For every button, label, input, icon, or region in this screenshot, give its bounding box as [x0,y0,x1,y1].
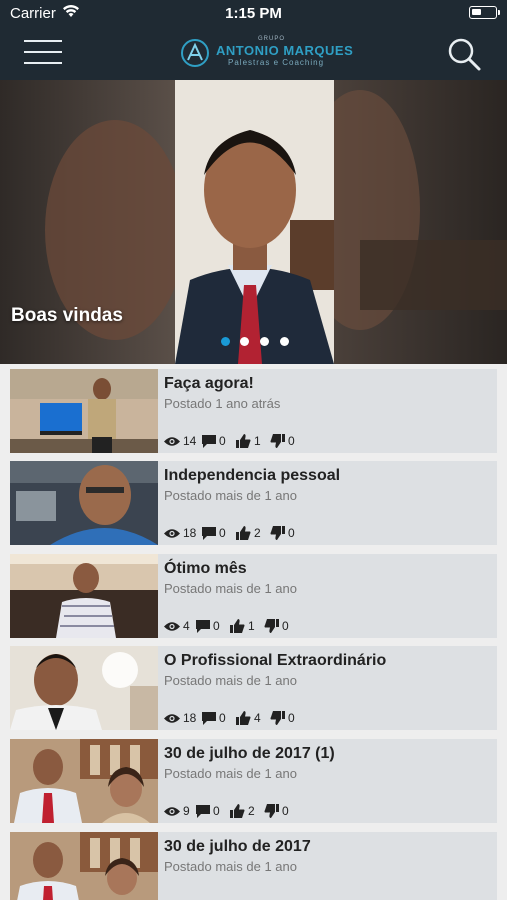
thumbs-down-icon[interactable] [270,711,285,725]
comment-icon [202,434,216,448]
eye-icon [164,806,180,816]
logo-name: ANTONIO MARQUES [216,43,354,58]
video-thumbnail [10,739,158,823]
video-posted: Postado mais de 1 ano [164,766,297,781]
views-count: 18 [183,711,197,725]
video-item[interactable]: 30 de julho de 2017 (1) Postado mais de … [10,739,497,823]
thumbs-down-icon[interactable] [270,434,285,448]
likes-count: 2 [254,526,261,540]
views-count: 9 [183,804,190,818]
video-item[interactable]: Ótimo mês Postado mais de 1 ano 4 0 1 0 [10,554,497,638]
carousel-dot[interactable] [221,337,230,346]
likes-count: 1 [254,434,261,448]
logo-icon [181,39,209,67]
eye-icon [164,436,180,446]
dislikes-count: 0 [288,526,295,540]
eye-icon [164,713,180,723]
video-posted: Postado mais de 1 ano [164,859,297,874]
video-title: Faça agora! [164,375,254,392]
menu-button[interactable] [24,38,62,66]
thumbs-down-icon[interactable] [264,804,279,818]
video-title: Independencia pessoal [164,467,341,484]
thumbs-down-icon[interactable] [270,526,285,540]
logo-tagline: Palestras e Coaching [228,58,325,67]
status-bar: Carrier 1:15 PM [0,0,507,28]
thumbs-down-icon[interactable] [264,619,279,633]
comment-icon [196,804,210,818]
carousel-dot[interactable] [240,337,249,346]
video-item[interactable]: 30 de julho de 2017 Postado mais de 1 an… [10,832,497,900]
top-bar: Carrier 1:15 PM GRUPO ANTONIO MARQUES Pa… [0,0,507,80]
video-item[interactable]: Faça agora! Postado 1 ano atrás 14 0 1 0 [10,369,497,453]
battery-icon [469,6,500,19]
thumbs-up-icon[interactable] [236,711,251,725]
comments-count: 0 [213,804,220,818]
dislikes-count: 0 [282,619,289,633]
thumbs-up-icon[interactable] [236,434,251,448]
eye-icon [164,528,180,538]
likes-count: 4 [254,711,261,725]
video-posted: Postado 1 ano atrás [164,396,281,411]
video-item[interactable]: Independencia pessoal Postado mais de 1 … [10,461,497,545]
video-posted: Postado mais de 1 ano [164,673,297,688]
search-icon[interactable] [446,36,482,72]
brand-logo: GRUPO ANTONIO MARQUES Palestras e Coachi… [180,36,353,70]
video-title: Ótimo mês [164,560,247,577]
dislikes-count: 0 [282,804,289,818]
hero-title: Boas vindas [11,305,123,326]
clock: 1:15 PM [225,5,282,22]
comments-count: 0 [213,619,220,633]
video-posted: Postado mais de 1 ano [164,488,297,503]
views-count: 14 [183,434,197,448]
video-item[interactable]: O Profissional Extraordinário Postado ma… [10,646,497,730]
likes-count: 1 [248,619,255,633]
thumbs-up-icon[interactable] [230,804,245,818]
video-title: O Profissional Extraordinário [164,652,387,669]
thumbs-up-icon[interactable] [236,526,251,540]
video-posted: Postado mais de 1 ano [164,581,297,596]
views-count: 4 [183,619,190,633]
hero-carousel[interactable]: Boas vindas [0,80,507,364]
video-thumbnail [10,646,158,730]
comment-icon [202,526,216,540]
video-thumbnail [10,832,158,900]
comment-icon [202,711,216,725]
dislikes-count: 0 [288,434,295,448]
video-thumbnail [10,461,158,545]
video-list[interactable]: Faça agora! Postado 1 ano atrás 14 0 1 0… [0,364,507,900]
views-count: 18 [183,526,197,540]
carousel-dot[interactable] [280,337,289,346]
thumbs-up-icon[interactable] [230,619,245,633]
comments-count: 0 [219,434,226,448]
video-thumbnail [10,369,158,453]
comments-count: 0 [219,526,226,540]
video-title: 30 de julho de 2017 (1) [164,745,335,762]
carousel-dot[interactable] [260,337,269,346]
video-title: 30 de julho de 2017 [164,838,311,855]
likes-count: 2 [248,804,255,818]
comment-icon [196,619,210,633]
comments-count: 0 [219,711,226,725]
video-thumbnail [10,554,158,638]
dislikes-count: 0 [288,711,295,725]
logo-group: GRUPO [258,36,286,42]
eye-icon [164,621,180,631]
